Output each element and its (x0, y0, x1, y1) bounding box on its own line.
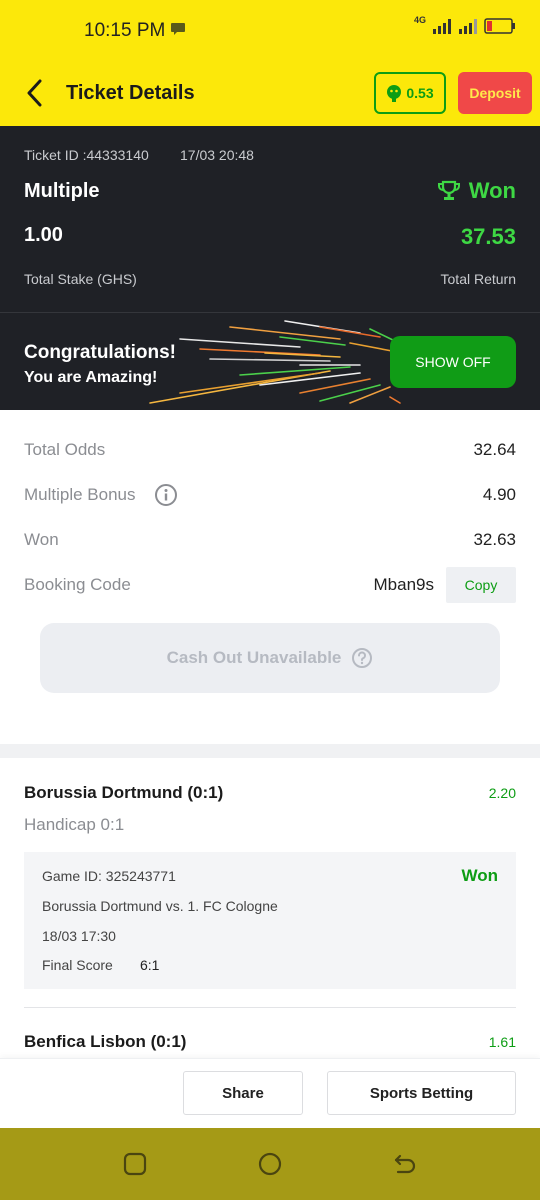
help-icon (352, 648, 373, 668)
won-row: Won 32.63 (24, 526, 516, 556)
game-details-card: Game ID: 325243771 Won Borussia Dortmund… (24, 852, 516, 989)
app-header: Ticket Details 0.53 Deposit (0, 62, 540, 126)
recent-apps-button[interactable] (121, 1150, 149, 1178)
circle-icon (258, 1152, 282, 1176)
total-odds-label: Total Odds (24, 440, 106, 459)
square-icon (123, 1152, 147, 1176)
balance-button[interactable]: 0.53 (374, 72, 446, 114)
battery-icon (484, 18, 515, 34)
ticket-id: Ticket ID :44333140 (24, 147, 149, 163)
total-stake: 1.00 (24, 224, 63, 246)
game-id: Game ID: 325243771 (42, 868, 176, 884)
selection-market: Handicap 0:1 (24, 815, 125, 834)
copy-button[interactable]: Copy (446, 567, 516, 603)
back-button[interactable] (18, 76, 50, 110)
status-bar: 10:15 PM 4G (0, 0, 540, 62)
total-return-label: Total Return (440, 271, 516, 287)
bet-type: Multiple (24, 180, 100, 202)
congrats-subtitle: You are Amazing! (24, 369, 158, 386)
selection-status: Won (461, 866, 498, 885)
trophy-icon (437, 180, 460, 200)
congrats-title: Congratulations! (24, 342, 176, 363)
selection-odds: 1.61 (488, 1034, 516, 1050)
return-arrow-icon (394, 1154, 416, 1174)
match-name: Borussia Dortmund vs. 1. FC Cologne (42, 898, 278, 914)
home-button[interactable] (256, 1150, 284, 1178)
info-icon[interactable] (154, 483, 178, 512)
chevron-left-icon (27, 79, 42, 107)
booking-code-row: Booking Code Mban9s Copy (24, 567, 516, 603)
selection-team: Benfica Lisbon (0:1) (24, 1032, 187, 1051)
ticket-date: 17/03 20:48 (180, 147, 254, 163)
multiple-bonus-label: Multiple Bonus (24, 485, 136, 504)
booking-code-value: Mban9s (373, 575, 434, 594)
won-label: Won (24, 530, 59, 549)
match-datetime: 18/03 17:30 (42, 928, 116, 944)
status-badge: Won (437, 178, 516, 204)
multiple-bonus-row: Multiple Bonus 4.90 (24, 481, 516, 511)
selection-separator (24, 1007, 516, 1008)
signal-icon (433, 19, 451, 34)
section-divider (0, 744, 540, 758)
final-score-value: 6:1 (140, 957, 160, 973)
congrats-banner: Congratulations! You are Amazing! SHOW O… (0, 312, 540, 410)
back-nav-button[interactable] (391, 1150, 419, 1178)
signal-icon-2 (459, 19, 477, 34)
final-score-label: Final Score (42, 957, 113, 973)
total-odds-row: Total Odds 32.64 (24, 436, 516, 466)
selection-team: Borussia Dortmund (0:1) (24, 783, 224, 802)
sports-betting-button[interactable]: Sports Betting (327, 1071, 516, 1115)
network-type: 4G (413, 15, 426, 25)
selection-odds: 2.20 (488, 785, 516, 801)
message-icon (170, 22, 186, 41)
won-value: 32.63 (473, 530, 516, 549)
status-text: Won (468, 178, 516, 203)
system-nav-bar (0, 1128, 540, 1200)
page-title: Ticket Details (66, 82, 195, 104)
cash-out-label: Cash Out Unavailable (166, 648, 342, 667)
status-time: 10:15 PM (84, 20, 166, 41)
bottom-action-bar: Share Sports Betting (0, 1058, 540, 1128)
ticket-summary: Ticket ID :44333140 17/03 20:48 Multiple… (0, 126, 540, 312)
share-button[interactable]: Share (183, 1071, 303, 1115)
cash-out-button[interactable]: Cash Out Unavailable (40, 623, 500, 693)
total-odds-value: 32.64 (473, 440, 516, 459)
balance-amount: 0.53 (406, 85, 434, 101)
total-stake-label: Total Stake (GHS) (24, 271, 137, 287)
show-off-button[interactable]: SHOW OFF (390, 336, 516, 388)
status-indicators: 4G (413, 15, 516, 34)
deposit-button[interactable]: Deposit (458, 72, 532, 114)
coin-face-icon (387, 85, 402, 102)
multiple-bonus-value: 4.90 (482, 485, 516, 504)
booking-code-label: Booking Code (24, 575, 131, 594)
total-return: 37.53 (460, 224, 516, 249)
